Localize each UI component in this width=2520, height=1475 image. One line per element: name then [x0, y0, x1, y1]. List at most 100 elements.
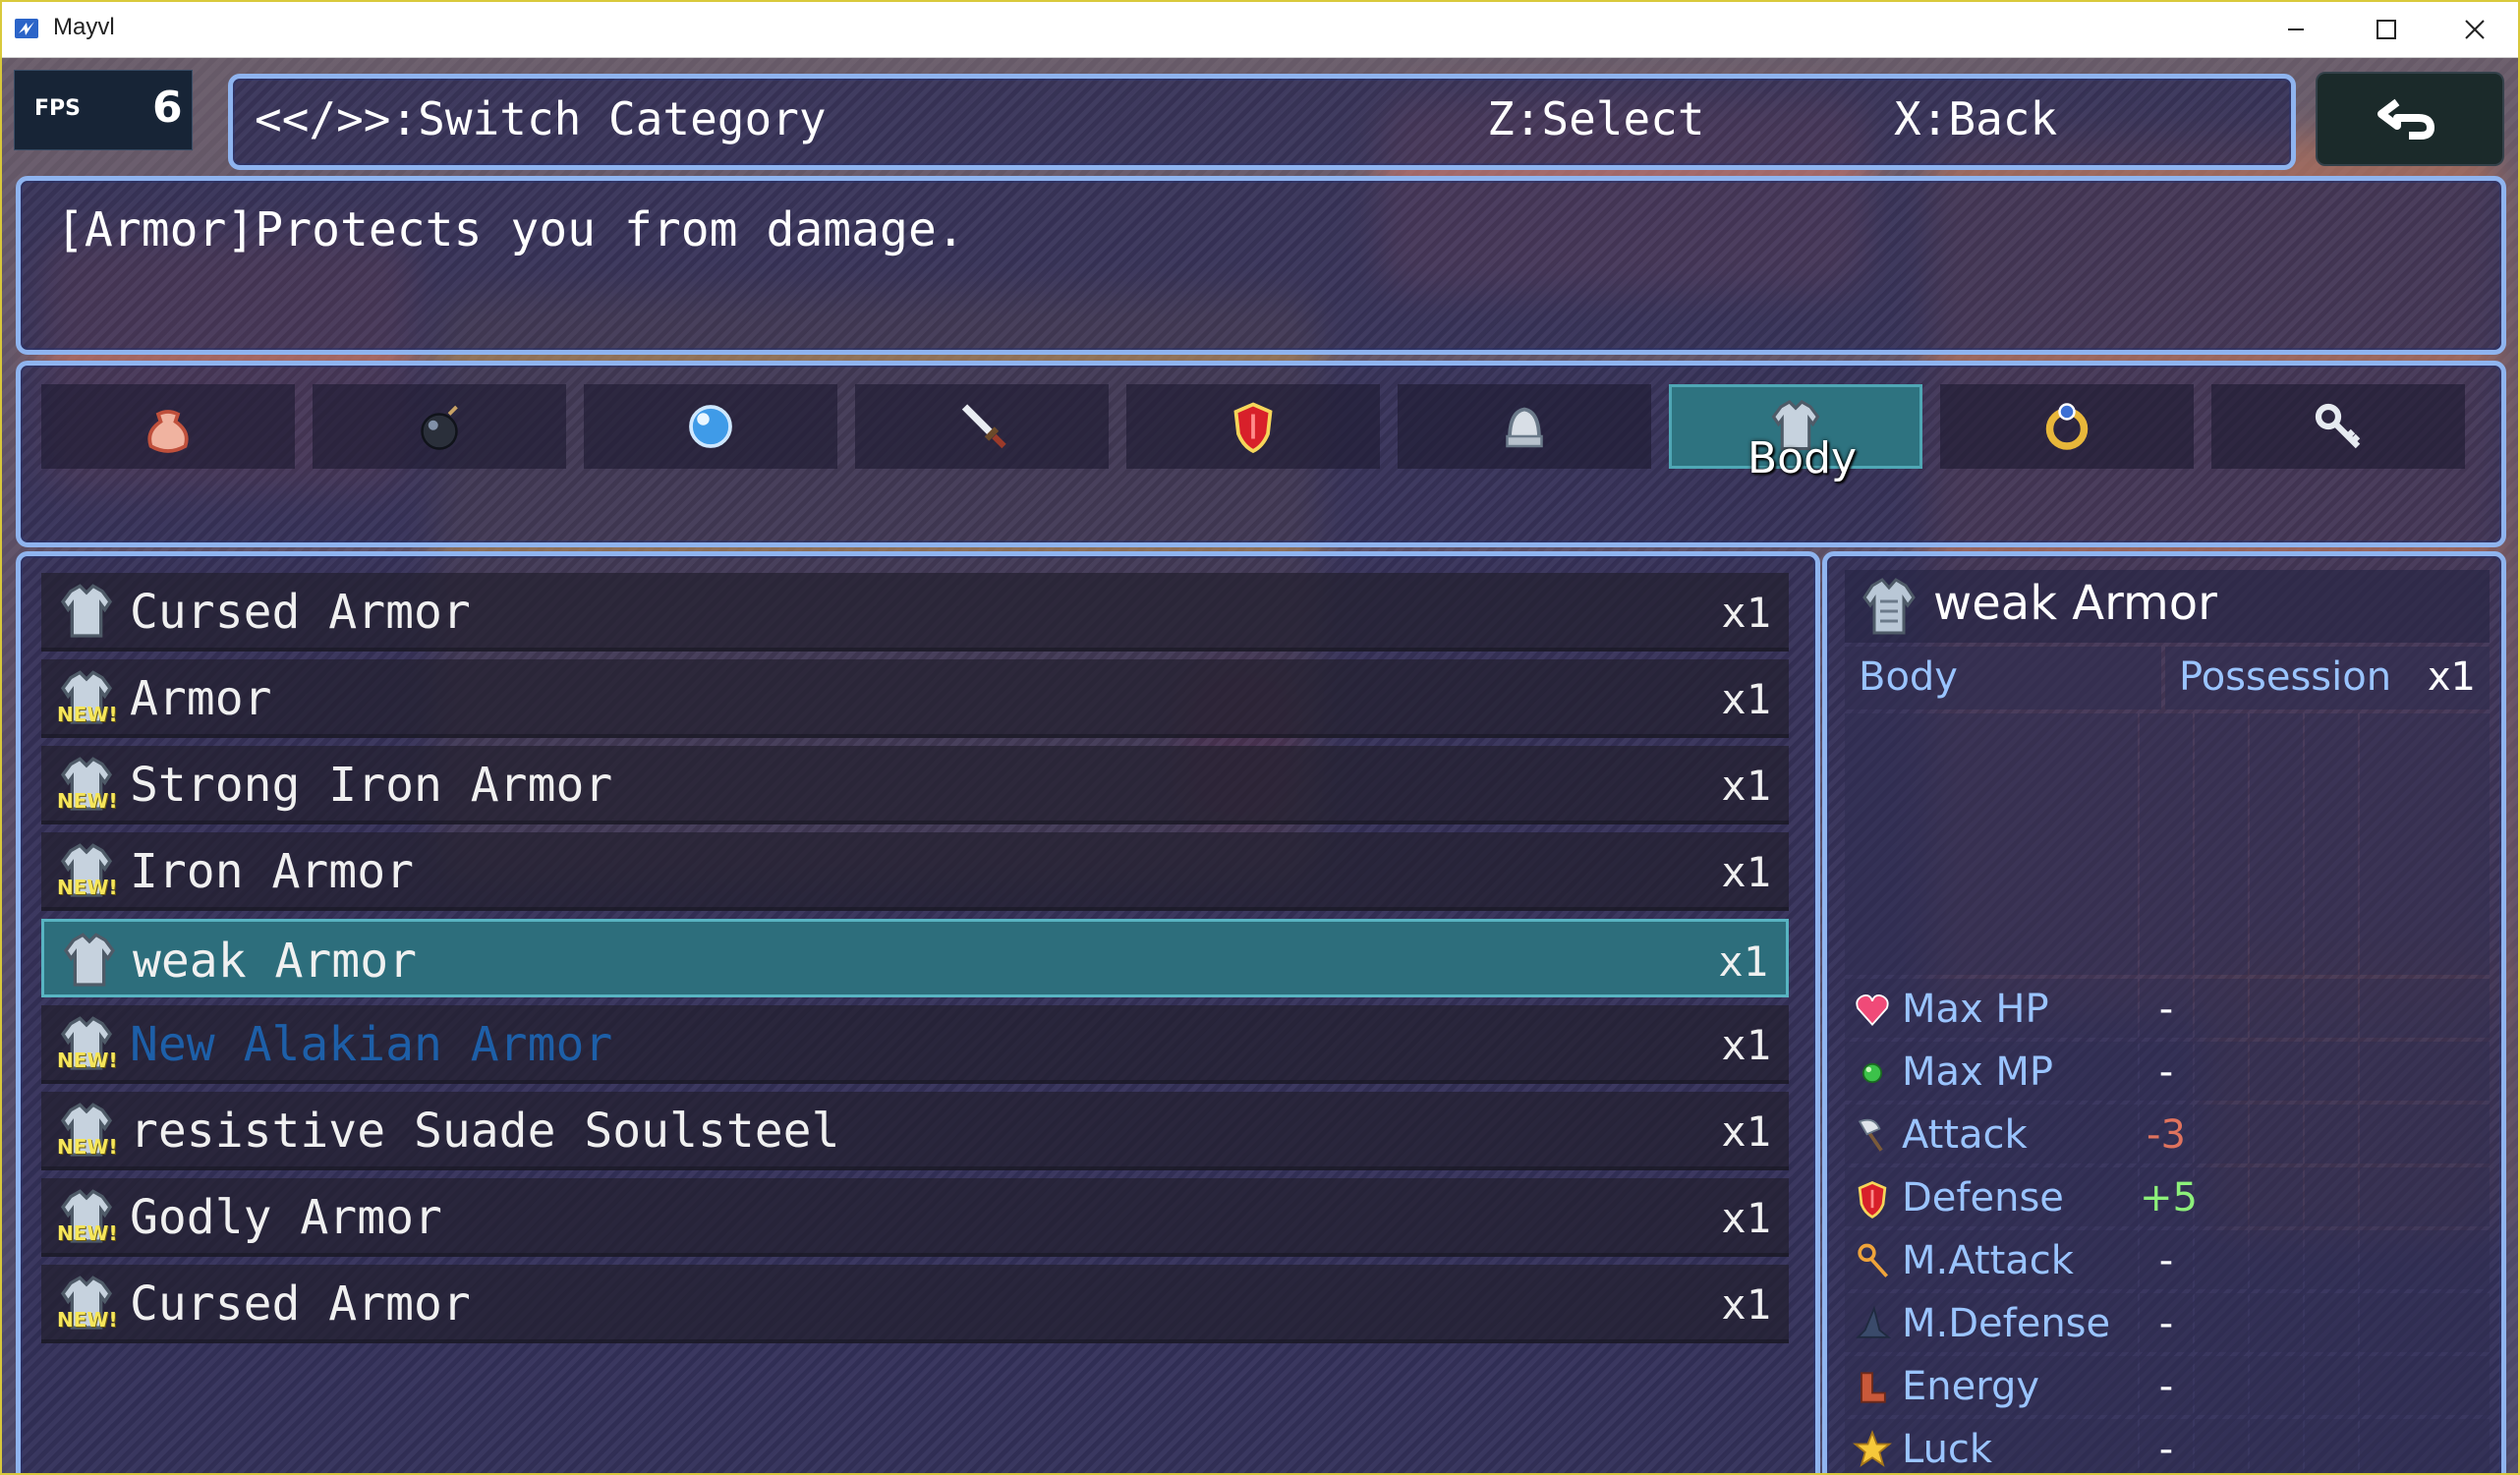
item-row[interactable]: NEW! Godly Armor x1 [41, 1178, 1789, 1257]
stat-comparison-grid: Max HP - Max MP - Attack -3 Defense +5 M.Attack -… [1845, 713, 2490, 1473]
stat-value: - [2158, 987, 2174, 1032]
new-badge: NEW! [57, 1135, 118, 1159]
window-title: Mayvl [53, 14, 115, 40]
helmet-icon [1506, 407, 1543, 448]
stat-name: M.Defense [1902, 1301, 2111, 1346]
item-quantity: x1 [1721, 675, 1771, 723]
item-quantity: x1 [1718, 937, 1768, 986]
new-badge: NEW! [57, 876, 118, 899]
possession-label: Possession [2179, 654, 2392, 700]
item-row[interactable]: NEW! Armor x1 [41, 659, 1789, 738]
fps-label: FPS [34, 96, 81, 121]
ring-icon [2045, 403, 2089, 450]
hint-back: X:Back [1894, 92, 2058, 145]
possession-value: x1 [2427, 654, 2476, 700]
detail-item-name: weak Armor [1933, 576, 2217, 631]
item-quantity: x1 [1721, 1280, 1771, 1329]
new-badge: NEW! [57, 1221, 118, 1245]
item-row[interactable]: NEW! resistive Suade Soulsteel x1 [41, 1092, 1789, 1170]
category-tab-ring[interactable] [1940, 384, 2194, 469]
body-armor-icon [63, 933, 116, 987]
stat-value: - [2158, 1427, 2174, 1472]
grid-header-cell [2305, 713, 2358, 975]
shield-icon [1858, 1181, 1887, 1219]
item-name: New Alakian Armor [130, 1017, 613, 1072]
item-name: resistive Suade Soulsteel [130, 1104, 840, 1159]
item-row[interactable]: NEW! Cursed Armor x1 [41, 1265, 1789, 1343]
stat-value: +5 [2140, 1175, 2198, 1220]
category-tab-key[interactable] [2211, 384, 2465, 469]
stat-name: M.Attack [1902, 1238, 2074, 1283]
grid-header-cell [2140, 713, 2193, 975]
game-canvas: FPS 6 <</>>:Switch Category Z:Select X:B… [2, 58, 2518, 1473]
item-row[interactable]: NEW! Iron Armor x1 [41, 832, 1789, 911]
fps-counter: FPS 6 [14, 70, 193, 150]
stat-name: Defense [1902, 1175, 2064, 1220]
new-badge: NEW! [57, 703, 118, 726]
body-armor-icon [1862, 578, 1916, 635]
stat-value: - [2158, 1301, 2174, 1346]
maximize-button[interactable] [2341, 2, 2432, 57]
maximize-icon [2377, 20, 2396, 39]
grid-header-cell [2360, 713, 2490, 975]
stat-row-mdefense: M.Defense - [1845, 1293, 2490, 1352]
stat-value: -3 [2147, 1112, 2186, 1158]
axe-icon [1858, 1118, 1883, 1152]
item-row[interactable]: NEW! New Alakian Armor x1 [41, 1005, 1789, 1084]
category-tab-helmet[interactable] [1398, 384, 1651, 469]
stat-value: - [2158, 1364, 2174, 1409]
item-row[interactable]: NEW! Strong Iron Armor x1 [41, 746, 1789, 824]
close-button[interactable] [2430, 2, 2520, 57]
wizard-hat-icon [1856, 1305, 1892, 1338]
category-tab-sword[interactable] [855, 384, 1109, 469]
stat-name: Luck [1902, 1427, 1993, 1472]
item-quantity: x1 [1721, 1194, 1771, 1242]
pouch-icon [147, 410, 189, 453]
grid-header-cell [1845, 713, 2138, 975]
category-tab-bomb[interactable] [313, 384, 566, 469]
minimize-icon [2288, 28, 2304, 30]
item-quantity: x1 [1721, 1021, 1771, 1069]
detail-slot-cell: Body [1845, 647, 2161, 709]
item-quantity: x1 [1721, 1107, 1771, 1156]
item-row[interactable]: weak Armor x1 [41, 919, 1789, 997]
stat-value: - [2158, 1238, 2174, 1283]
grid-header-cell [2250, 713, 2303, 975]
stat-row-maxmp: Max MP - [1845, 1042, 2490, 1101]
stat-row-maxhp: Max HP - [1845, 979, 2490, 1038]
category-tab-orb[interactable] [584, 384, 837, 469]
fps-value: 6 [152, 83, 183, 133]
item-name: Armor [130, 671, 272, 726]
help-text: [Armor]Protects you from damage. [56, 202, 965, 257]
shield-icon [1233, 402, 1273, 454]
app-icon [15, 19, 38, 38]
star-icon [1853, 1430, 1892, 1467]
heart-icon [1856, 994, 1889, 1027]
bomb-icon [421, 405, 458, 450]
title-bar: Mayvl [2, 2, 2518, 58]
new-badge: NEW! [57, 1308, 118, 1332]
help-window: [Armor]Protects you from damage. [16, 176, 2506, 355]
stat-name: Attack [1902, 1112, 2028, 1158]
detail-slot: Body [1859, 654, 1958, 700]
stat-name: Max MP [1902, 1050, 2054, 1095]
new-badge: NEW! [57, 789, 118, 813]
active-category-label: Body [1747, 433, 1858, 483]
item-row[interactable]: Cursed Armor x1 [41, 573, 1789, 652]
stat-row-mattack: M.Attack - [1845, 1230, 2490, 1289]
stat-value: - [2158, 1050, 2174, 1095]
detail-header: weak Armor [1845, 570, 2490, 643]
green-gem-icon [1861, 1062, 1883, 1084]
close-icon [2465, 20, 2485, 39]
hint-select: Z:Select [1487, 92, 1705, 145]
grid-header-cell [2195, 713, 2248, 975]
back-button[interactable] [2316, 72, 2504, 166]
item-name: Godly Armor [130, 1190, 442, 1245]
category-tab-pouch[interactable] [41, 384, 295, 469]
detail-possession-cell: Possession x1 [2165, 647, 2490, 709]
category-tab-shield[interactable] [1126, 384, 1380, 469]
key-icon [2315, 403, 2361, 449]
stat-row-luck: Luck - [1845, 1419, 2490, 1473]
item-name: weak Armor [133, 934, 417, 989]
minimize-button[interactable] [2251, 2, 2341, 57]
